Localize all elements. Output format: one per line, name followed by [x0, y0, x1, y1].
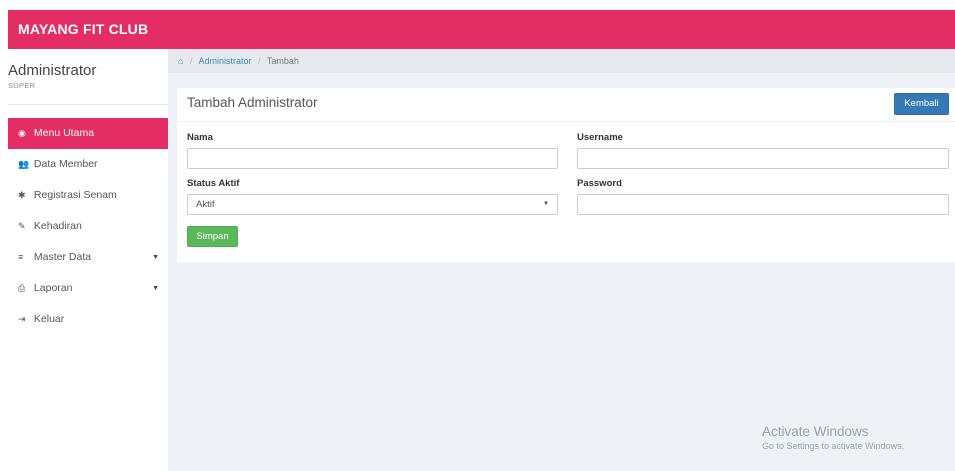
brand-logo[interactable]: MAYANG FIT CLUB: [18, 10, 148, 49]
breadcrumb-separator: /: [258, 56, 261, 66]
breadcrumb: ⌂ / Administrator / Tambah: [168, 49, 955, 73]
page-title: Tambah Administrator: [187, 95, 318, 110]
nama-field[interactable]: [187, 148, 558, 169]
breadcrumb-separator: /: [189, 56, 193, 66]
activate-windows-watermark: Activate Windows Go to Settings to activ…: [762, 424, 904, 451]
panel-header: Tambah Administrator Kembali: [177, 88, 955, 122]
status-aktif-select[interactable]: Aktif ▼: [187, 194, 558, 215]
top-navbar: MAYANG FIT CLUB: [8, 10, 955, 49]
password-label: Password: [577, 178, 622, 189]
sidebar-item-label: Data Member: [33, 158, 98, 170]
sidebar-item-label: Keluar: [33, 313, 65, 325]
sidebar-item-label: Menu Utama: [33, 127, 95, 139]
sidebar-item-label: Laporan: [33, 282, 73, 294]
caret-down-icon: ▼: [152, 254, 159, 261]
username-label: Username: [577, 132, 623, 143]
edit-icon: ✎: [18, 221, 26, 231]
status-aktif-value: Aktif: [196, 199, 215, 210]
database-icon: ≡: [18, 252, 24, 262]
dashboard-icon: ◉: [18, 128, 26, 138]
gear-icon: ✱: [18, 190, 26, 200]
sidebar-item-keluar[interactable]: ⇥ Keluar: [8, 304, 168, 335]
sidebar-item-label: Kehadiran: [33, 220, 82, 232]
divider: [8, 104, 168, 105]
users-icon: 👥: [18, 159, 30, 169]
sidebar: Administrator SUPER ◉ Menu Utama 👥 Data …: [8, 49, 168, 471]
sidebar-item-master-data[interactable]: ≡ Master Data ▼: [8, 242, 168, 273]
sidebar-item-menu-utama[interactable]: ◉ Menu Utama: [8, 118, 168, 149]
breadcrumb-current: Tambah: [266, 56, 299, 66]
form-panel: Tambah Administrator Kembali Nama Userna…: [177, 88, 955, 262]
username-field[interactable]: [577, 148, 949, 169]
main-content: ⌂ / Administrator / Tambah Tambah Admini…: [168, 49, 955, 471]
status-aktif-label: Status Aktif: [187, 178, 240, 189]
user-panel: Administrator SUPER: [8, 49, 168, 105]
user-role: SUPER: [8, 81, 36, 90]
sidebar-item-data-member[interactable]: 👥 Data Member: [8, 149, 168, 180]
breadcrumb-link-administrator[interactable]: Administrator: [198, 56, 251, 66]
watermark-title: Activate Windows: [762, 424, 869, 439]
sidebar-item-kehadiran[interactable]: ✎ Kehadiran: [8, 211, 168, 242]
password-field[interactable]: [577, 194, 949, 215]
caret-down-icon: ▼: [152, 285, 159, 292]
sidebar-item-label: Registrasi Senam: [33, 189, 117, 201]
watermark-subtitle: Go to Settings to activate Windows.: [762, 441, 905, 451]
back-button[interactable]: Kembali: [894, 93, 949, 115]
sidebar-menu: ◉ Menu Utama 👥 Data Member ✱ Registrasi …: [8, 118, 168, 335]
sign-out-icon: ⇥: [18, 314, 26, 324]
sidebar-item-registrasi-senam[interactable]: ✱ Registrasi Senam: [8, 180, 168, 211]
sidebar-item-label: Master Data: [33, 251, 92, 263]
print-icon: ⎙: [18, 283, 26, 293]
sidebar-item-laporan[interactable]: ⎙ Laporan ▼: [8, 273, 168, 304]
home-icon[interactable]: ⌂: [178, 56, 183, 66]
save-button[interactable]: Simpan: [187, 226, 238, 247]
chevron-down-icon: ▼: [543, 201, 549, 207]
nama-label: Nama: [187, 132, 213, 143]
user-name: Administrator: [8, 62, 97, 79]
